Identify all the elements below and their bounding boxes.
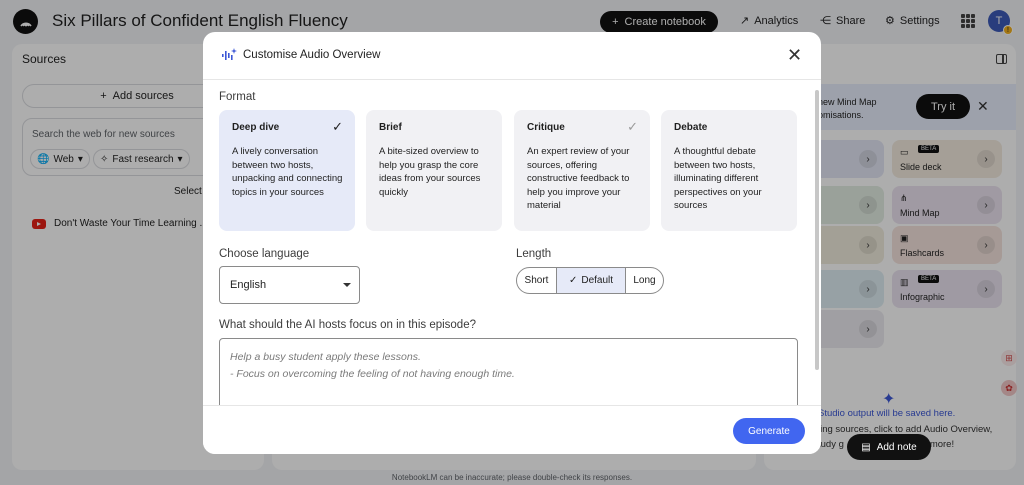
format-name: Deep dive [232, 122, 280, 133]
check-icon: ✓ [627, 119, 638, 134]
dialog-title: Customise Audio Overview [243, 49, 381, 61]
format-name: Debate [674, 122, 708, 133]
note-icon: ▤ [861, 441, 871, 453]
length-option-short[interactable]: Short [517, 268, 557, 293]
focus-placeholder-line: - Focus on overcoming the feeling of not… [230, 368, 515, 380]
length-option-label: Short [524, 275, 549, 286]
length-option-label: Long [633, 275, 656, 286]
add-note-label: Add note [876, 441, 917, 453]
length-option-long[interactable]: Long [626, 268, 663, 293]
format-card-deep-dive[interactable]: Deep dive ✓ A lively conversation betwee… [219, 110, 355, 231]
format-card-brief[interactable]: Brief A bite-sized overview to help you … [366, 110, 502, 231]
format-description: A lively conversation between two hosts,… [232, 146, 343, 198]
dialog-header: Customise Audio Overview ✕ [203, 32, 821, 80]
add-note-button[interactable]: ▤ Add note [847, 434, 931, 460]
dialog-footer: Generate [203, 405, 821, 454]
customise-audio-dialog: Customise Audio Overview ✕ Format Deep d… [203, 32, 821, 454]
format-card-debate[interactable]: Debate A thoughtful debate between two h… [661, 110, 797, 231]
format-description: A bite-sized overview to help you grasp … [379, 146, 481, 198]
focus-label: What should the AI hosts focus on in thi… [219, 319, 476, 331]
focus-placeholder-line: Help a busy student apply these lessons. [230, 351, 421, 363]
language-value: English [230, 279, 267, 291]
generate-button[interactable]: Generate [733, 418, 805, 444]
check-icon: ✓ [332, 119, 343, 134]
length-option-label: Default [581, 275, 614, 286]
check-icon: ✓ [568, 275, 578, 286]
format-description: An expert review of your sources, offeri… [527, 146, 630, 211]
length-label: Length [516, 248, 552, 260]
length-segmented-control: Short ✓ Default Long [516, 267, 664, 294]
close-icon[interactable]: ✕ [787, 46, 802, 64]
language-select[interactable]: English [219, 266, 360, 304]
language-label: Choose language [219, 248, 310, 260]
dropdown-caret-icon [343, 283, 351, 287]
audio-sparkle-icon [222, 48, 237, 60]
format-label: Format [219, 91, 256, 103]
format-card-critique[interactable]: Critique ✓ An expert review of your sour… [514, 110, 650, 231]
scrollbar[interactable] [815, 90, 819, 370]
format-description: A thoughtful debate between two hosts, i… [674, 146, 762, 211]
length-option-default[interactable]: ✓ Default [557, 268, 626, 293]
format-name: Critique [527, 122, 565, 133]
format-name: Brief [379, 122, 402, 133]
